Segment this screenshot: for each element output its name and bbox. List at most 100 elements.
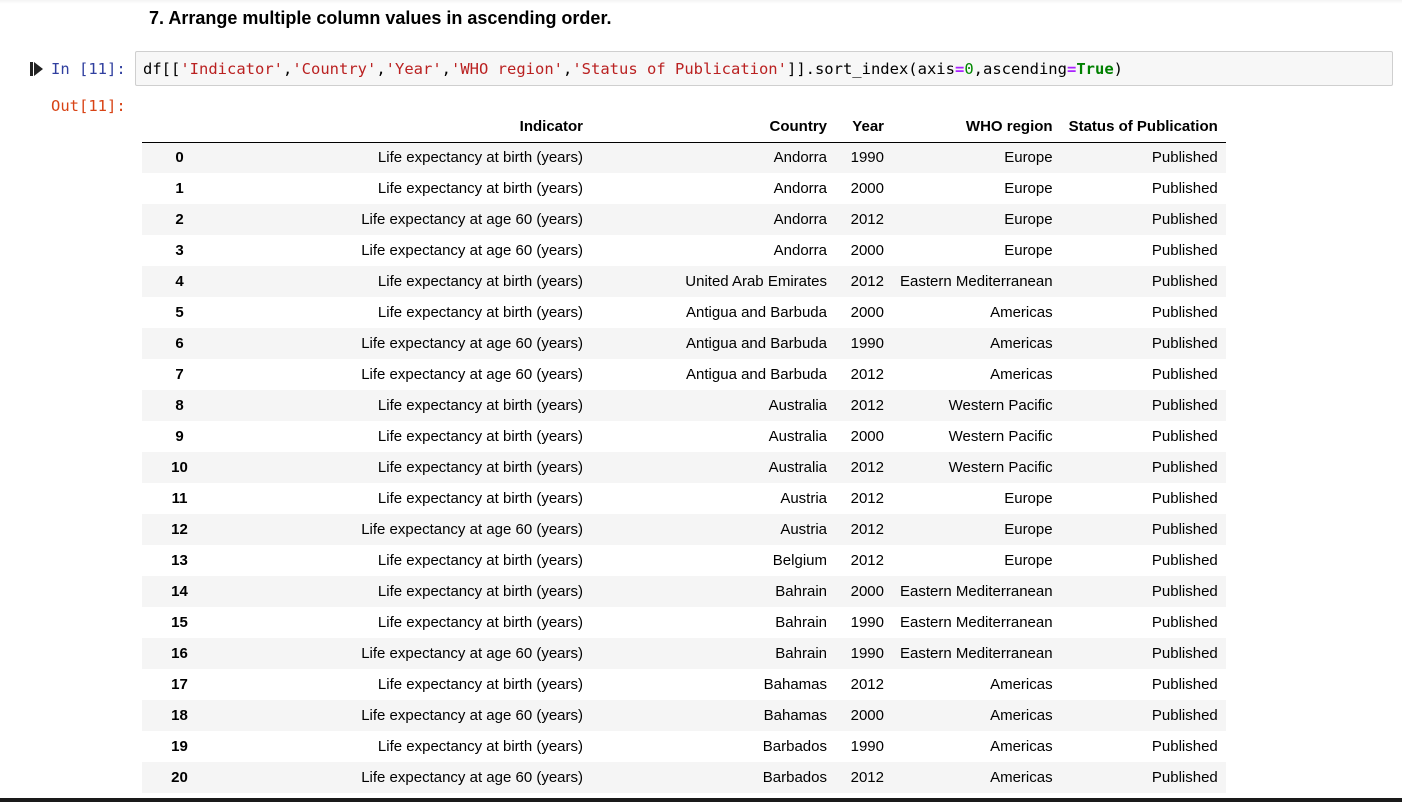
who-region-cell: Americas	[990, 769, 1053, 786]
code-token: ,	[282, 60, 293, 78]
table-row: 0 Life expectancy at birth (years) Andorra…	[142, 142, 1226, 173]
year-cell: 2012	[850, 769, 884, 786]
country-cell: Andorra	[773, 242, 827, 259]
country-cell: Andorra	[773, 149, 827, 167]
status-cell: Published	[1151, 552, 1218, 569]
table-row: 1 Life expectancy at birth (years) Andorra…	[142, 173, 1226, 204]
status-cell: Published	[1151, 273, 1218, 290]
country-cell: Antigua and Barbuda	[686, 304, 827, 321]
table-row: 6 Life expectancy at age 60 (years) Antigu…	[142, 328, 1226, 359]
code-number-token: 0	[964, 60, 974, 78]
code-string-token: 'Year'	[385, 60, 442, 78]
status-cell: Published	[1151, 769, 1218, 786]
year-cell: 2012	[850, 490, 884, 507]
code-string-token: 'Indicator'	[180, 60, 283, 78]
run-cell-icon[interactable]	[30, 61, 44, 77]
who-region-cell: Americas	[990, 335, 1053, 352]
code-string-token: 'WHO region'	[451, 60, 563, 78]
table-row: 9 Life expectancy at birth (years) Austral…	[142, 421, 1226, 452]
table-body: 0 Life expectancy at birth (years) Andorra…	[142, 142, 1226, 793]
code-token: df[[	[143, 60, 181, 78]
indicator-cell: Life expectancy at birth (years)	[377, 149, 583, 167]
who-region-cell: Europe	[1004, 521, 1053, 538]
status-cell: Published	[1151, 242, 1218, 259]
country-cell: Australia	[768, 428, 827, 445]
country-cell: Australia	[768, 397, 827, 414]
status-cell: Published	[1151, 521, 1218, 538]
indicator-cell: Life expectancy at birth (years)	[377, 180, 583, 197]
row-index: 17	[171, 676, 188, 693]
input-prompt: In [11]:	[51, 60, 126, 78]
status-cell: Published	[1151, 304, 1218, 321]
column-header-index	[142, 111, 217, 143]
indicator-cell: Life expectancy at age 60 (years)	[361, 335, 583, 352]
row-index: 15	[171, 614, 188, 631]
status-cell: Published	[1151, 707, 1218, 724]
indicator-cell: Life expectancy at birth (years)	[377, 676, 583, 693]
code-token: ]].sort_index(axis	[786, 60, 955, 78]
row-index: 18	[171, 707, 188, 724]
output-prompt: Out[11]:	[51, 97, 126, 115]
top-divider	[0, 0, 1402, 4]
row-index: 3	[175, 242, 184, 259]
year-cell: 1990	[850, 335, 884, 352]
code-keyword-token: True	[1076, 60, 1114, 78]
column-header-year: Year	[835, 111, 892, 143]
country-cell: Bahrain	[775, 614, 827, 631]
country-cell: Australia	[768, 459, 827, 476]
status-cell: Published	[1151, 180, 1218, 197]
year-cell: 2012	[850, 521, 884, 538]
who-region-cell: Western Pacific	[948, 428, 1053, 445]
status-cell: Published	[1151, 211, 1218, 228]
country-cell: Barbados	[762, 738, 827, 755]
indicator-cell: Life expectancy at age 60 (years)	[361, 521, 583, 538]
year-cell: 2012	[850, 211, 884, 228]
indicator-cell: Life expectancy at birth (years)	[377, 304, 583, 321]
code-token: ,	[441, 60, 452, 78]
table-row: 17 Life expectancy at birth (years) Bahama…	[142, 669, 1226, 700]
notebook-page: 7. Arrange multiple column values in asc…	[0, 0, 1402, 802]
table-row: 7 Life expectancy at age 60 (years) Antigu…	[142, 359, 1226, 390]
indicator-cell: Life expectancy at birth (years)	[377, 614, 583, 631]
code-input-cell[interactable]: df[['Indicator','Country','Year','WHO re…	[135, 51, 1393, 86]
country-cell: Andorra	[773, 180, 827, 197]
indicator-cell: Life expectancy at birth (years)	[377, 738, 583, 755]
indicator-cell: Life expectancy at birth (years)	[377, 428, 583, 445]
who-region-cell: Eastern Mediterranean	[900, 614, 1053, 631]
status-cell: Published	[1151, 645, 1218, 662]
table-row: 2 Life expectancy at age 60 (years) Andorr…	[142, 204, 1226, 235]
row-index: 19	[171, 738, 188, 755]
year-cell: 2000	[850, 428, 884, 445]
table-row: 3 Life expectancy at age 60 (years) Andorr…	[142, 235, 1226, 266]
indicator-cell: Life expectancy at birth (years)	[377, 490, 583, 507]
country-cell: Bahamas	[763, 707, 827, 724]
who-region-cell: Eastern Mediterranean	[900, 645, 1053, 662]
indicator-cell: Life expectancy at age 60 (years)	[361, 645, 583, 662]
year-cell: 2012	[850, 676, 884, 693]
status-cell: Published	[1151, 366, 1218, 383]
row-index: 6	[175, 335, 184, 352]
status-cell: Published	[1151, 676, 1218, 693]
country-cell: Bahrain	[775, 583, 827, 600]
year-cell: 2000	[850, 583, 884, 600]
who-region-cell: Western Pacific	[948, 459, 1053, 476]
code-token: ,ascending	[973, 60, 1067, 78]
status-cell: Published	[1151, 459, 1218, 476]
row-index: 16	[171, 645, 188, 662]
row-index: 9	[175, 428, 184, 445]
code-token: )	[1113, 60, 1123, 78]
row-index: 4	[175, 273, 184, 290]
who-region-cell: Americas	[990, 707, 1053, 724]
indicator-cell: Life expectancy at birth (years)	[377, 552, 583, 569]
table-row: 10 Life expectancy at birth (years) Austra…	[142, 452, 1226, 483]
who-region-cell: Europe	[1004, 149, 1053, 167]
status-cell: Published	[1151, 614, 1218, 631]
row-index: 12	[171, 521, 188, 538]
year-cell: 2012	[850, 273, 884, 290]
section-heading: 7. Arrange multiple column values in asc…	[149, 8, 612, 28]
status-cell: Published	[1151, 397, 1218, 414]
column-header-who-region: WHO region	[892, 111, 1061, 143]
country-cell: Antigua and Barbuda	[686, 335, 827, 352]
year-cell: 2000	[850, 242, 884, 259]
table-row: 12 Life expectancy at age 60 (years) Austr…	[142, 514, 1226, 545]
